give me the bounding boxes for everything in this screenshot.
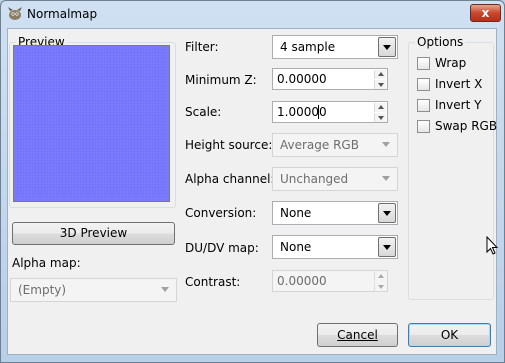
title-bar: Normalmap x <box>1 1 504 27</box>
alpha-map-value: (Empty) <box>18 283 67 297</box>
swap-rgb-checkbox[interactable]: Swap RGB <box>417 119 497 135</box>
conversion-select[interactable]: None <box>272 201 398 225</box>
spin-up-icon <box>374 272 386 281</box>
checkbox-icon[interactable] <box>417 120 430 133</box>
swap-rgb-label: Swap RGB <box>435 119 498 133</box>
wrap-label: Wrap <box>435 56 467 70</box>
3d-preview-button[interactable]: 3D Preview <box>12 222 175 245</box>
dudv-map-value: None <box>280 240 312 254</box>
spin-up-icon[interactable] <box>374 70 386 79</box>
close-button[interactable]: x <box>470 4 501 22</box>
checkbox-icon[interactable] <box>417 78 430 91</box>
invert-x-label: Invert X <box>435 77 483 91</box>
cancel-button[interactable]: Cancel <box>317 323 398 347</box>
window-title: Normalmap <box>27 7 98 21</box>
checkbox-icon[interactable] <box>417 99 430 112</box>
minimum-z-label: Minimum Z: <box>185 73 257 87</box>
alpha-map-label: Alpha map: <box>12 256 81 270</box>
mouse-cursor-icon <box>486 236 499 255</box>
close-icon: x <box>481 6 490 20</box>
spin-down-icon[interactable] <box>374 80 386 89</box>
chevron-down-icon[interactable] <box>378 37 396 57</box>
spin-down-icon[interactable] <box>374 113 386 122</box>
alpha-channel-label: Alpha channel: <box>185 172 275 186</box>
invert-y-label: Invert Y <box>435 98 482 112</box>
scale-label: Scale: <box>185 105 222 119</box>
filter-label: Filter: <box>185 40 219 54</box>
spin-down-icon <box>374 282 386 291</box>
normalmap-preview <box>13 45 170 202</box>
dudv-map-label: DU/DV map: <box>185 241 259 255</box>
alpha-channel-select[interactable]: Unchanged <box>272 167 398 191</box>
chevron-down-icon <box>157 280 175 300</box>
chevron-down-icon[interactable] <box>378 237 396 257</box>
height-source-select[interactable]: Average RGB <box>272 133 398 157</box>
text-caret <box>318 105 319 119</box>
ok-label: OK <box>440 328 459 342</box>
minimum-z-value: 0.00000 <box>277 72 327 86</box>
options-group-label: Options <box>415 35 466 49</box>
cancel-label: Cancel <box>337 328 378 342</box>
height-source-label: Height source: <box>185 138 273 152</box>
conversion-value: None <box>280 206 312 220</box>
chevron-down-icon <box>378 169 396 189</box>
gimp-icon <box>8 7 22 20</box>
scale-value: 1.00000 <box>277 105 327 119</box>
invert-x-checkbox[interactable]: Invert X <box>417 77 487 93</box>
wrap-checkbox[interactable]: Wrap <box>417 56 487 72</box>
invert-y-checkbox[interactable]: Invert Y <box>417 98 487 114</box>
conversion-label: Conversion: <box>185 206 257 220</box>
contrast-spinner[interactable]: 0.00000 <box>272 270 388 292</box>
chevron-down-icon[interactable] <box>378 203 396 223</box>
checkbox-icon[interactable] <box>417 57 430 70</box>
3d-preview-label: 3D Preview <box>59 226 128 240</box>
ok-button[interactable]: OK <box>408 323 491 347</box>
contrast-value: 0.00000 <box>277 274 327 288</box>
height-source-value: Average RGB <box>280 138 359 152</box>
spin-up-icon[interactable] <box>374 103 386 112</box>
alpha-map-select[interactable]: (Empty) <box>10 278 177 302</box>
chevron-down-icon <box>378 135 396 155</box>
contrast-label: Contrast: <box>185 275 241 289</box>
minimum-z-spinner[interactable]: 0.00000 <box>272 68 388 90</box>
dudv-map-select[interactable]: None <box>272 235 398 259</box>
filter-value: 4 sample <box>280 40 336 54</box>
scale-spinner[interactable]: 1.00000 <box>272 101 388 123</box>
preview-image <box>16 48 167 199</box>
filter-select[interactable]: 4 sample <box>272 35 398 59</box>
alpha-channel-value: Unchanged <box>280 172 349 186</box>
